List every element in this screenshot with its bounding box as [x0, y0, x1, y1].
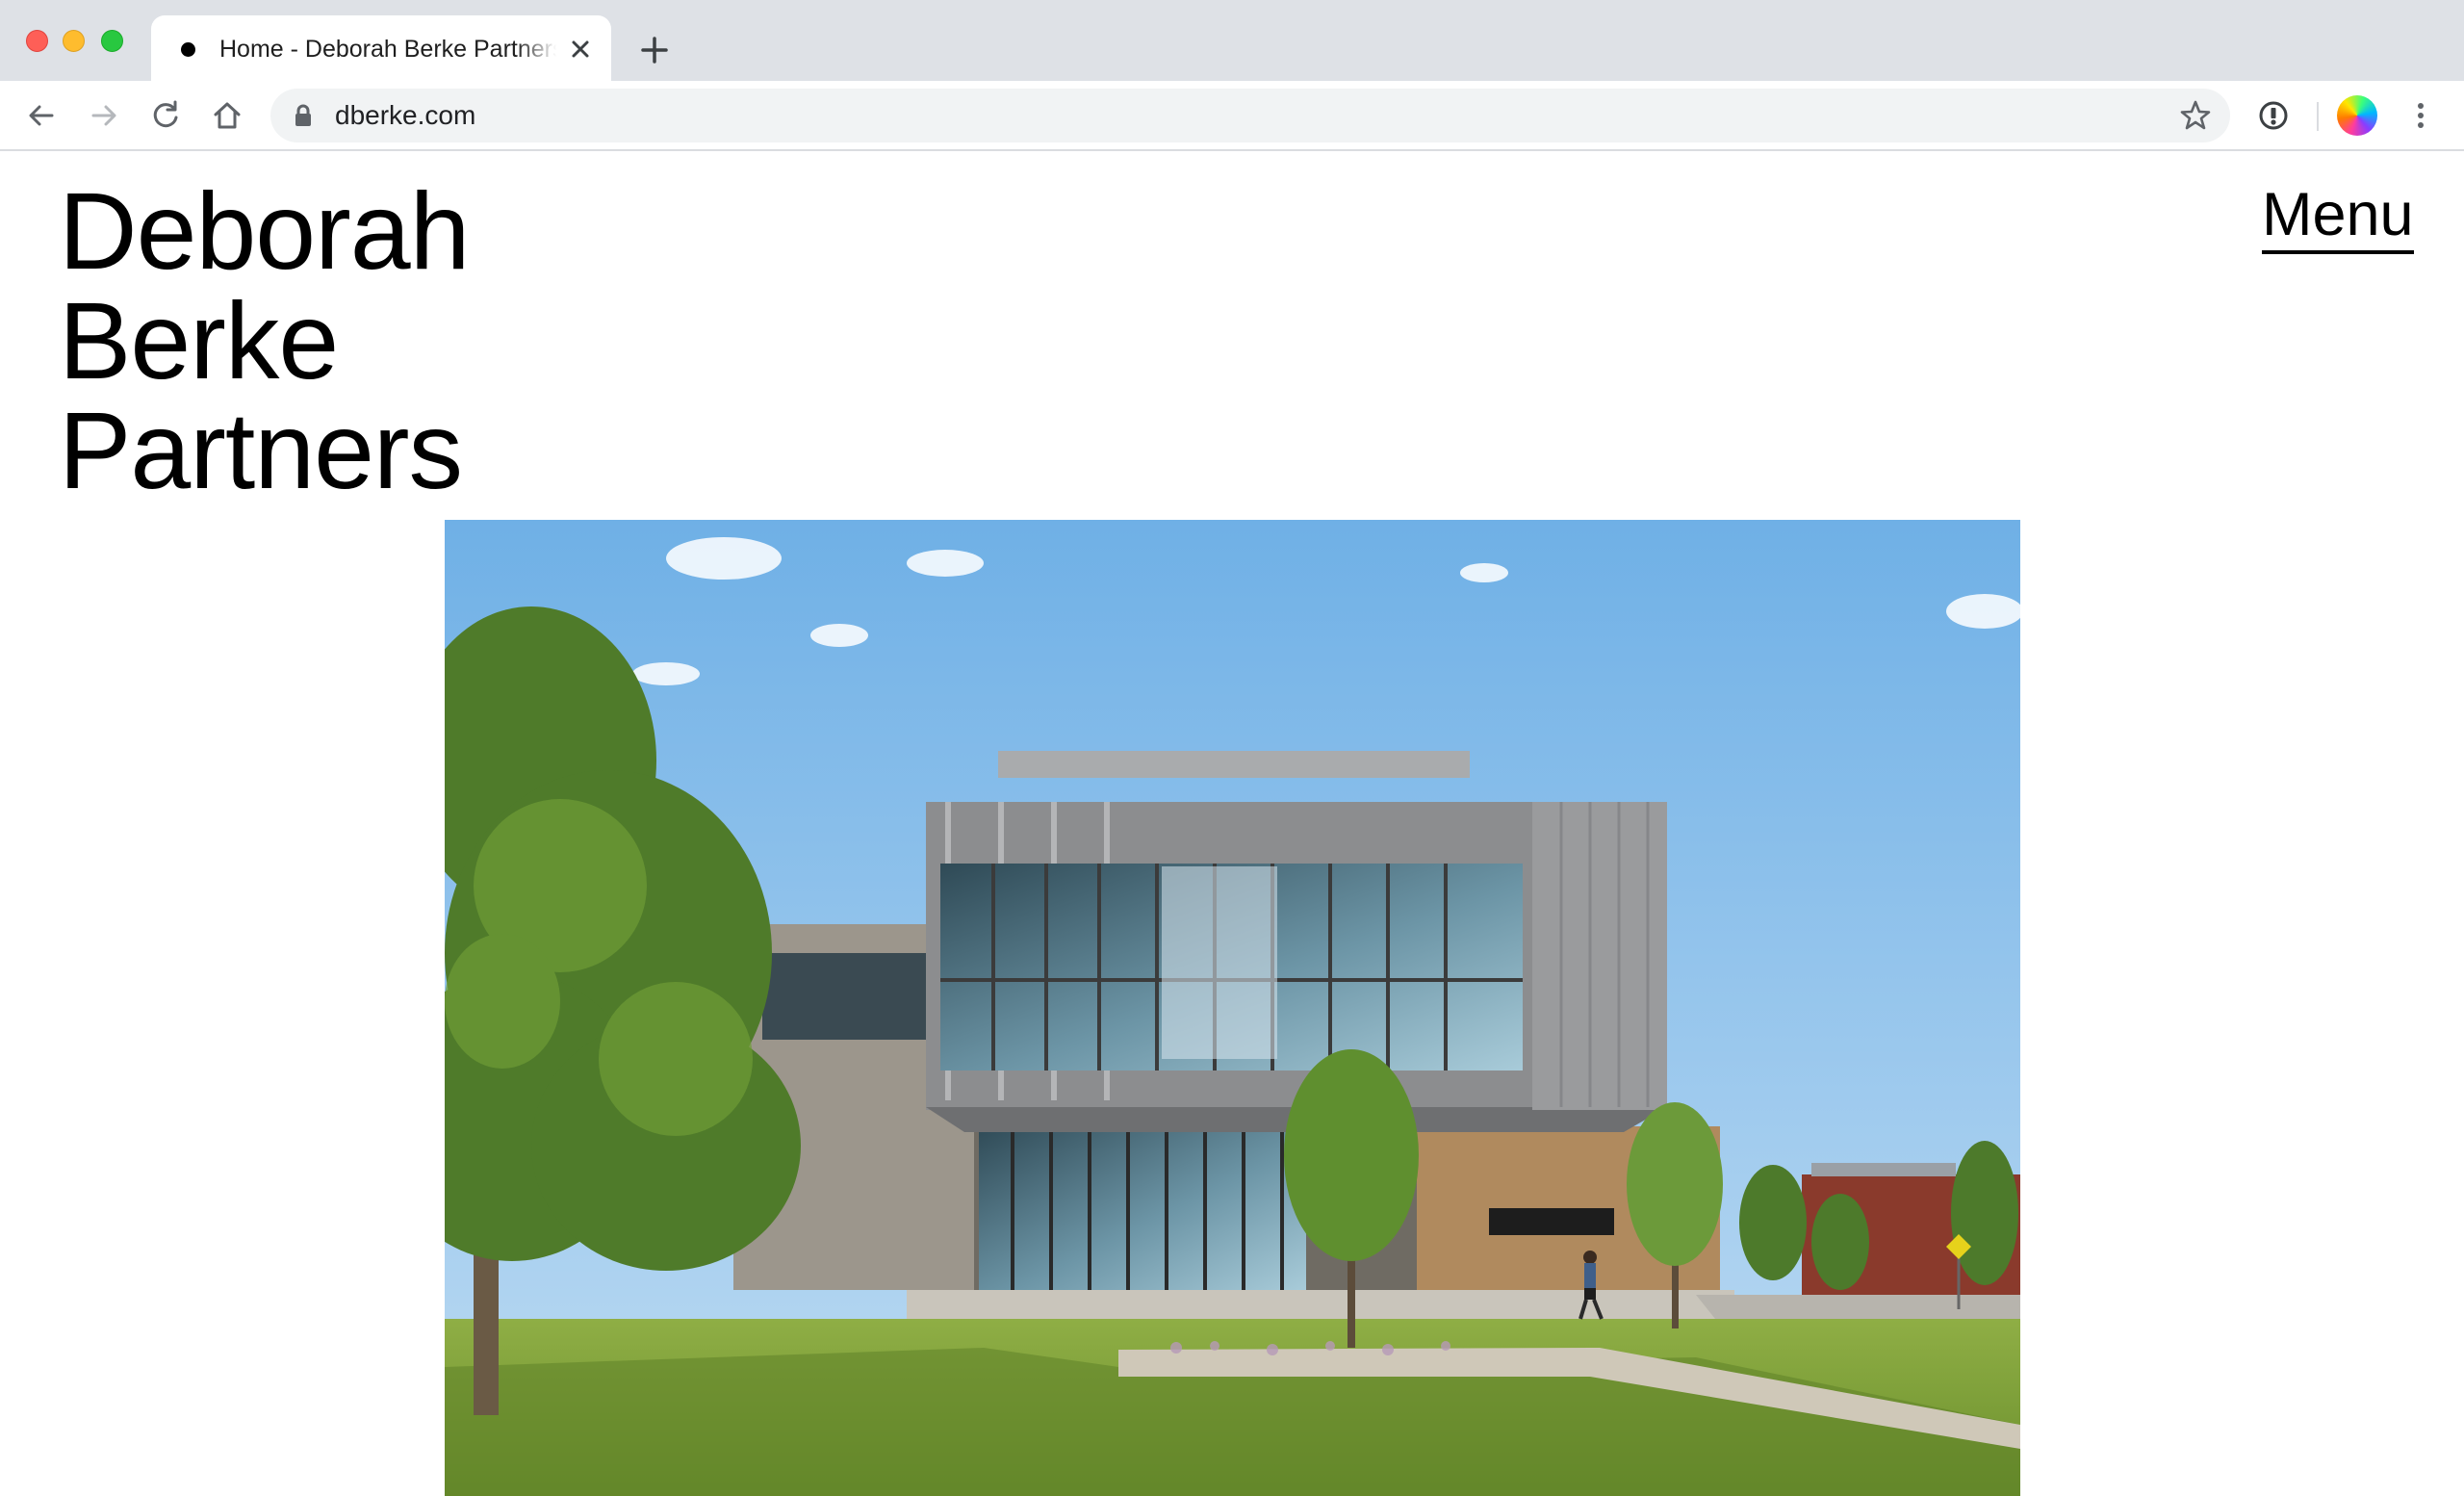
- menu-button[interactable]: Menu: [2262, 181, 2414, 254]
- favicon-icon: [181, 42, 195, 57]
- logo-line: Berke: [59, 280, 339, 401]
- tab-title: Home - Deborah Berke Partners: [219, 36, 556, 63]
- url-text: dberke.com: [335, 100, 476, 130]
- minimize-window-button[interactable]: [63, 30, 85, 52]
- extension-icon[interactable]: [2256, 98, 2291, 133]
- site-logo[interactable]: Deborah Berke Partners: [59, 170, 470, 511]
- close-window-button[interactable]: [26, 30, 48, 52]
- lock-icon[interactable]: [294, 104, 313, 127]
- maximize-window-button[interactable]: [101, 30, 123, 52]
- forward-arrow-icon[interactable]: [87, 98, 121, 133]
- back-arrow-icon[interactable]: [24, 98, 59, 133]
- logo-line: Partners: [59, 390, 463, 511]
- hero-image[interactable]: [445, 520, 2020, 1496]
- profile-avatar[interactable]: [2337, 95, 2377, 136]
- hero-building-photo: [445, 520, 2020, 1496]
- browser-toolbar: dberke.com: [0, 81, 2464, 151]
- reload-icon[interactable]: [148, 98, 183, 133]
- plus-icon[interactable]: [635, 31, 674, 69]
- address-bar[interactable]: dberke.com: [270, 89, 2230, 142]
- star-icon[interactable]: [2178, 98, 2213, 133]
- home-icon[interactable]: [210, 98, 244, 133]
- browser-tab-strip: Home - Deborah Berke Partners: [0, 0, 2464, 81]
- logo-line: Deborah: [59, 170, 470, 292]
- toolbar-separator: [2317, 102, 2319, 131]
- browser-tab-active[interactable]: Home - Deborah Berke Partners: [151, 15, 611, 81]
- more-vert-icon[interactable]: [2403, 98, 2438, 133]
- close-icon[interactable]: [565, 34, 596, 64]
